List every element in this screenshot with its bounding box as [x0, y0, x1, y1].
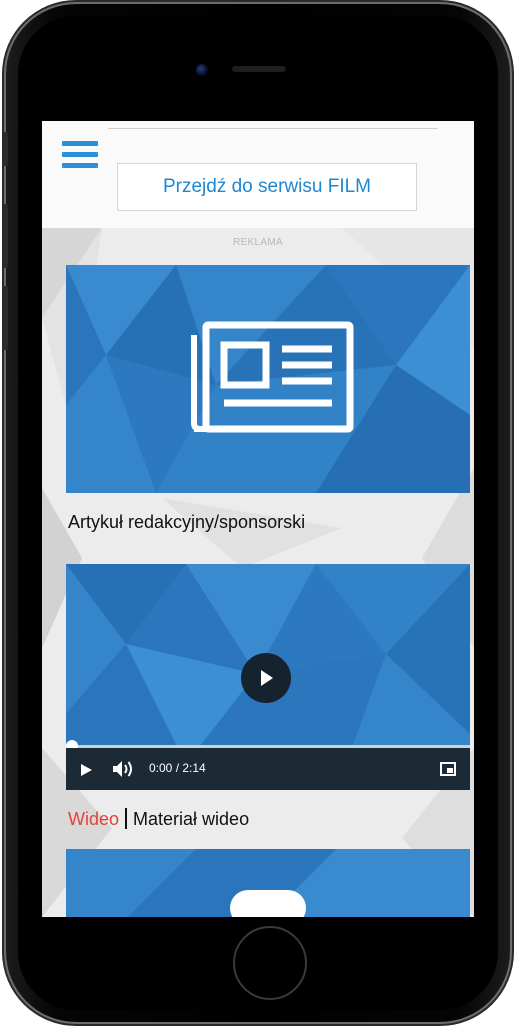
- newspaper-icon: [191, 321, 354, 433]
- hamburger-menu-icon[interactable]: [62, 141, 98, 169]
- play-icon: [261, 670, 273, 686]
- article-caption[interactable]: Artykuł redakcyjny/sponsorski: [68, 512, 305, 533]
- caption-separator: [125, 808, 128, 829]
- next-card-image[interactable]: [66, 849, 470, 917]
- video-time-display: 0:00 / 2:14: [149, 761, 206, 775]
- phone-screen: Przejdź do serwisu FILM REKLAMA Artykuł …: [42, 121, 474, 917]
- earpiece-speaker: [232, 66, 286, 72]
- video-caption-text: Materiał wideo: [133, 809, 250, 829]
- video-controls-bar: 0:00 / 2:14: [66, 748, 470, 790]
- volume-up-button: [3, 204, 8, 268]
- volume-down-button: [3, 286, 8, 350]
- big-play-button[interactable]: [241, 653, 291, 703]
- site-header: Przejdź do serwisu FILM: [42, 121, 474, 228]
- ad-content-area: REKLAMA Artykuł redakcyjny/sponsorski 0:…: [42, 228, 474, 917]
- home-button[interactable]: [233, 926, 307, 1000]
- video-player[interactable]: 0:00 / 2:14: [66, 564, 470, 790]
- video-tag: Wideo: [68, 809, 120, 829]
- goto-film-service-button[interactable]: Przejdź do serwisu FILM: [117, 163, 417, 211]
- page: Przejdź do serwisu FILM REKLAMA Artykuł …: [0, 0, 516, 1030]
- front-camera: [196, 64, 208, 76]
- article-card-image[interactable]: [66, 265, 470, 493]
- next-card-button[interactable]: [230, 890, 306, 917]
- header-divider: [108, 128, 438, 129]
- play-icon[interactable]: [81, 764, 92, 776]
- mute-switch: [3, 132, 8, 166]
- fullscreen-icon[interactable]: [440, 762, 456, 776]
- volume-icon[interactable]: [112, 759, 138, 779]
- video-caption[interactable]: Wideo Materiał wideo: [68, 808, 249, 830]
- ad-label: REKLAMA: [233, 237, 283, 248]
